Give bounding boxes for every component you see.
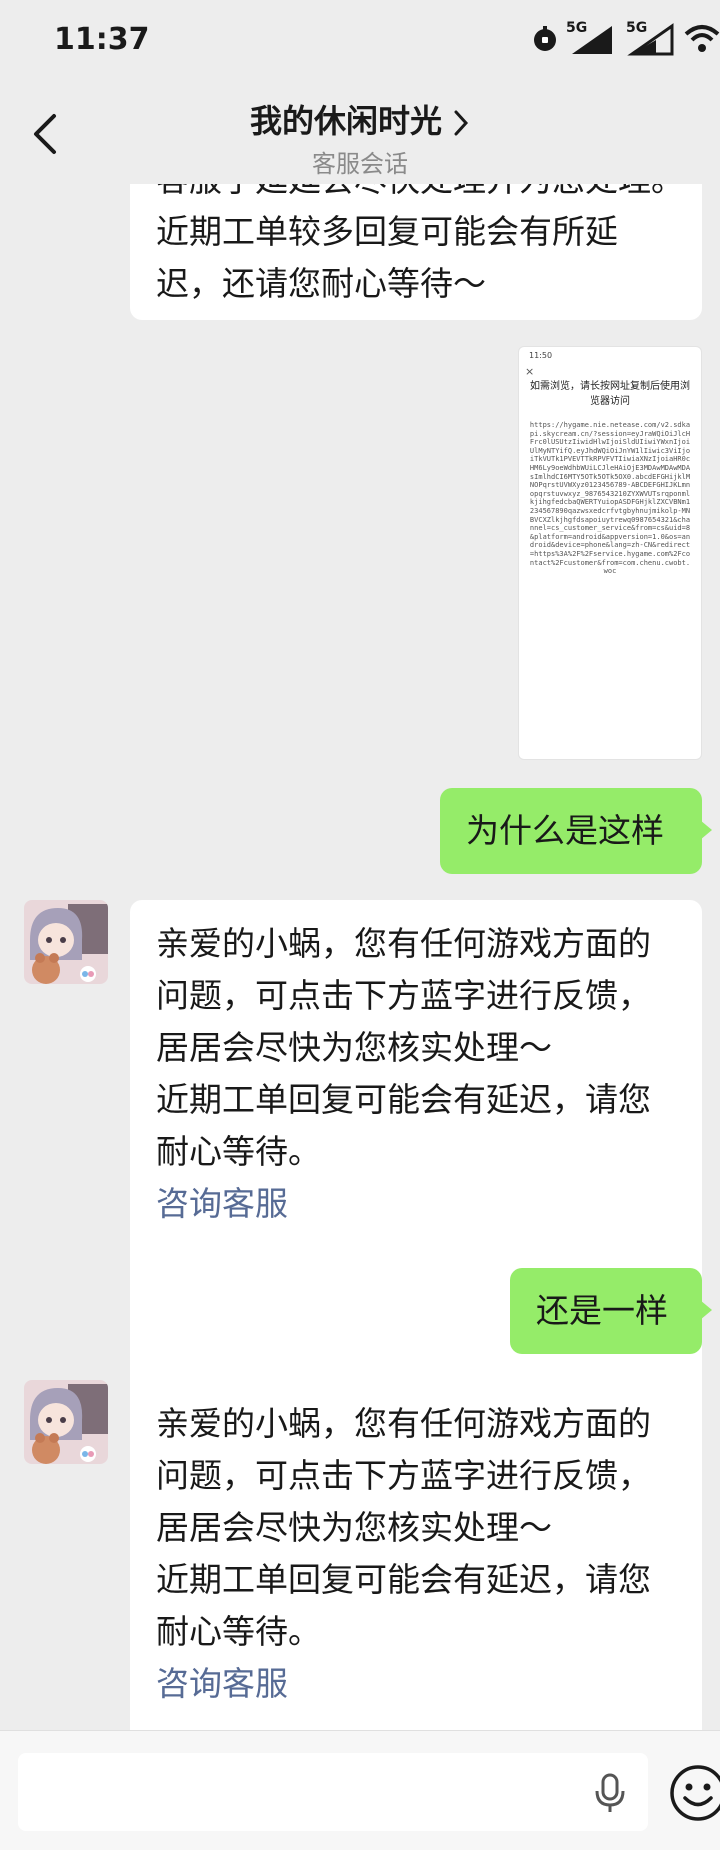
avatar[interactable] (24, 1380, 108, 1464)
input-bar (0, 1730, 720, 1850)
microphone-icon[interactable] (592, 1773, 628, 1813)
incoming-message[interactable]: 亲爱的小蜗，您有任何游戏方面的 问题，可点击下方蓝字进行反馈， 居居会尽快为您核… (130, 1380, 702, 1730)
chat-title[interactable]: 我的休闲时光 (250, 102, 442, 140)
chat-header: 我的休闲时光 客服会话 (0, 80, 720, 184)
signal-2-label: 5G (626, 20, 648, 36)
avatar-icon (24, 1380, 108, 1464)
message-text: 还是一样 (536, 1291, 668, 1330)
status-time: 11:37 (54, 22, 150, 57)
alarm-icon (534, 26, 556, 51)
screenshot-close-icon: × (525, 365, 535, 378)
sent-image-message[interactable]: 11:50 × 如需浏览，请长按网址复制后使用浏览器访问 https://hyg… (518, 346, 702, 760)
message-line: 近期工单回复可能会有延迟，请您 (156, 1560, 651, 1599)
message-line: 迟，还请您耐心等待～ (156, 264, 486, 303)
consult-service-link[interactable]: 咨询客服 (156, 1178, 676, 1230)
message-line: 客服了延延会尽快处理并为您处理。 (156, 184, 684, 206)
chevron-right-icon[interactable] (452, 109, 470, 137)
screenshot-time: 11:50 (529, 351, 553, 360)
avatar[interactable] (24, 900, 108, 984)
signal-2-icon: 5G (624, 18, 680, 58)
message-line: 问题，可点击下方蓝字进行反馈， (156, 976, 651, 1015)
message-input[interactable] (18, 1753, 648, 1831)
message-line: 亲爱的小蜗，您有任何游戏方面的 (156, 1404, 651, 1443)
incoming-message[interactable]: 客服了延延会尽快处理并为您处理。 近期工单较多回复可能会有所延 迟，还请您耐心等… (130, 184, 702, 320)
screenshot-title: 如需浏览，请长按网址复制后使用浏览器访问 (530, 381, 690, 407)
wifi-icon (684, 25, 720, 52)
emoji-icon[interactable] (668, 1763, 720, 1823)
outgoing-message[interactable]: 为什么是这样 (440, 788, 712, 874)
consult-service-link[interactable]: 咨询客服 (156, 1658, 676, 1710)
signal-1-label: 5G (566, 20, 588, 36)
message-line: 耐心等待。 (156, 1132, 321, 1171)
message-line: 耐心等待。 (156, 1612, 321, 1651)
message-line: 近期工单较多回复可能会有所延 (156, 212, 618, 251)
message-text: 为什么是这样 (466, 811, 664, 850)
message-line: 居居会尽快为您核实处理～ (156, 1028, 552, 1067)
signal-1-icon: 5G (564, 18, 620, 58)
avatar-icon (24, 900, 108, 984)
message-line: 居居会尽快为您核实处理～ (156, 1508, 552, 1547)
status-icons: 5G 5G (530, 18, 720, 58)
chat-title-row[interactable]: 我的休闲时光 (0, 96, 720, 142)
message-list[interactable]: 客服了延延会尽快处理并为您处理。 近期工单较多回复可能会有所延 迟，还请您耐心等… (0, 184, 720, 1730)
status-bar: 11:37 5G 5G (0, 0, 720, 80)
screenshot-url: https://hygame.nie.netease.com/v2.sdkapi… (529, 421, 691, 576)
outgoing-message[interactable]: 还是一样 (510, 1268, 712, 1354)
chat-subtitle: 客服会话 (312, 150, 408, 178)
message-line: 近期工单回复可能会有延迟，请您 (156, 1080, 651, 1119)
message-line: 亲爱的小蜗，您有任何游戏方面的 (156, 924, 651, 963)
message-line: 问题，可点击下方蓝字进行反馈， (156, 1456, 651, 1495)
